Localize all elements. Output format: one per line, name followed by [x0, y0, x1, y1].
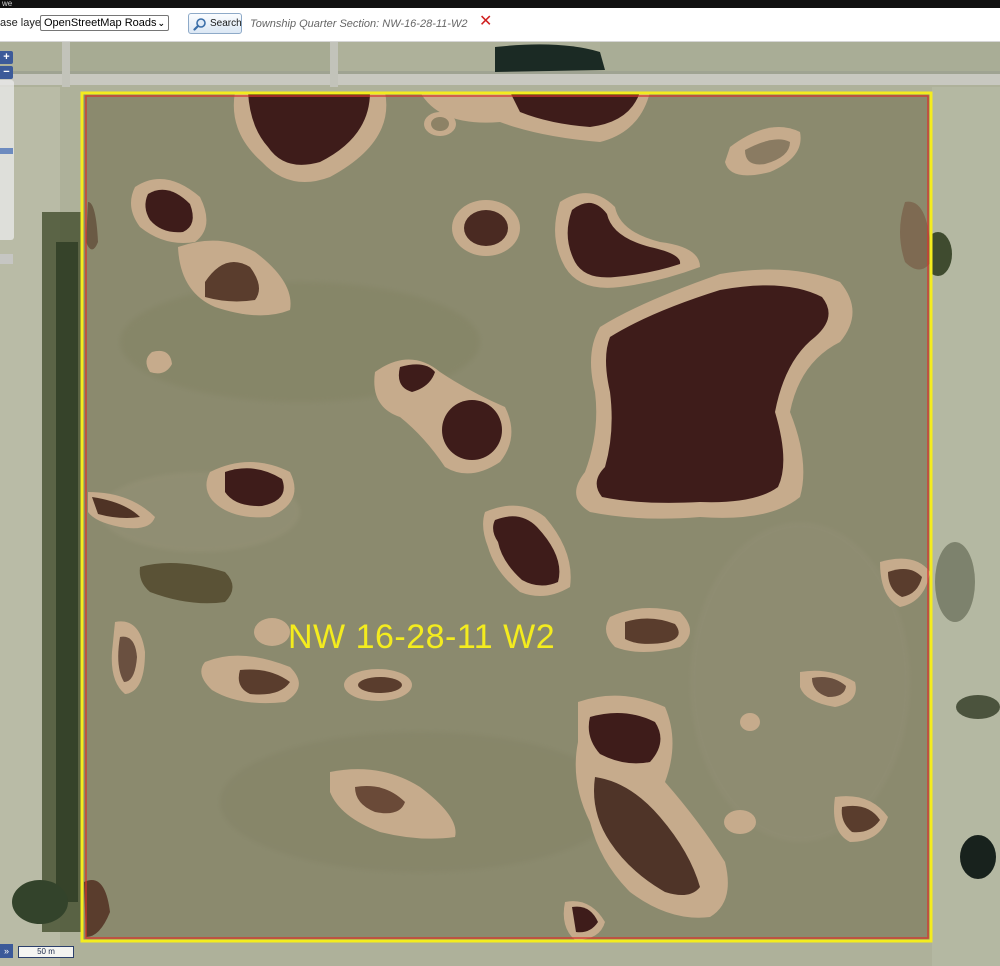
neighbor-field-northeast: [600, 42, 1000, 72]
east-slough: [935, 542, 975, 622]
zoom-slider-track[interactable]: [0, 80, 14, 264]
east-field: [932, 87, 1000, 966]
selected-quarter-status: Township Quarter Section: NW-16-28-11-W2: [250, 18, 468, 30]
quarter-section-label: NW 16-28-11 W2: [288, 618, 556, 656]
zoom-in-button[interactable]: +: [0, 51, 13, 64]
base-layer-selected-value: OpenStreetMap Roads: [44, 17, 157, 29]
grid-road-north-south-2: [330, 42, 338, 87]
east-dugout: [960, 835, 996, 879]
base-layer-select[interactable]: OpenStreetMap Roads ⌄: [40, 15, 169, 31]
west-shelterbelt-inner: [56, 242, 78, 902]
search-button-label: Search: [210, 18, 242, 29]
neighbor-field-north: [70, 42, 330, 72]
grid-road-north-south: [62, 42, 70, 87]
grid-road-east-west: [0, 73, 1000, 85]
search-button[interactable]: Search: [188, 13, 242, 34]
satellite-imagery: [0, 42, 1000, 966]
map-viewport[interactable]: + − NW 16-28-11 W2 » 50 m: [0, 42, 1000, 966]
chevron-down-icon: ⌄: [157, 18, 165, 28]
zoom-slider-handle[interactable]: [0, 148, 13, 154]
scale-bar: 50 m: [18, 946, 74, 958]
overview-toggle-icon[interactable]: »: [0, 944, 13, 958]
map-toolbar: ase layer: OpenStreetMap Roads ⌄ Search …: [0, 8, 1000, 42]
east-slough-2: [956, 695, 1000, 719]
zoom-out-button[interactable]: −: [0, 66, 13, 79]
west-tree-clump: [12, 880, 68, 924]
clear-selection-icon[interactable]: ✕: [479, 14, 492, 30]
search-icon: [193, 18, 206, 31]
window-title: we: [2, 0, 13, 8]
window-title-bar: we: [0, 0, 1000, 8]
zoom-slider-bottom: [0, 254, 13, 264]
